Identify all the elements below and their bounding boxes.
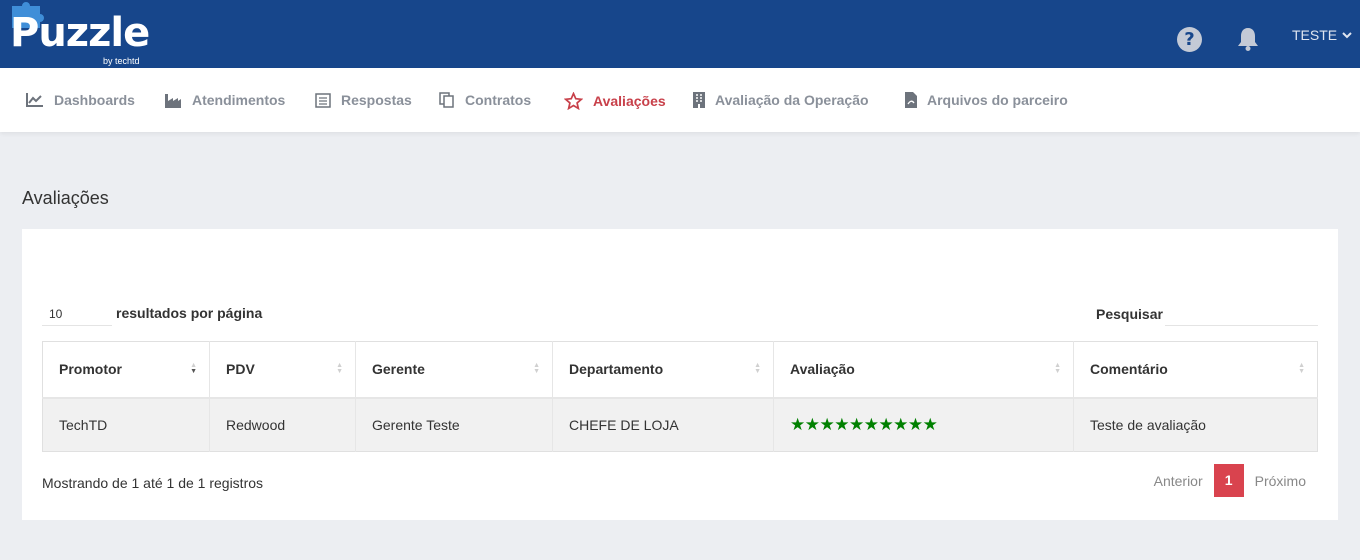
ratings-card: resultados por página Pesquisar Promotor… [22,229,1338,520]
nav-item-dashboards[interactable]: Dashboards [26,92,135,108]
star-icon [564,92,583,110]
pagination: Anterior 1 Próximo [1154,464,1306,497]
table-row[interactable]: TechTD Redwood Gerente Teste CHEFE DE LO… [42,397,1318,452]
cell-pdv: Redwood [209,397,356,452]
logo[interactable]: Puzzle by techtd [6,2,156,66]
column-header-gerente[interactable]: Gerente ▲ ▼ [355,341,553,399]
nav-item-label: Contratos [465,92,532,108]
table-info: Mostrando de 1 até 1 de 1 registros [42,475,264,491]
search-label: Pesquisar [1096,306,1163,322]
ratings-table: Promotor ▲ ▼ PDV ▲ ▼ Gerente ▲ ▼ Departamen… [42,341,1318,452]
sort-desc-icon: ▲ ▼ [190,362,197,375]
file-pdf-icon [905,92,917,108]
nav-item-arquivos-parceiro[interactable]: Arquivos do parceiro [905,92,1068,108]
list-alt-icon [315,92,331,108]
bell-icon[interactable] [1236,26,1260,52]
logo-subtitle: by techtd [103,56,140,66]
nav-item-label: Arquivos do parceiro [927,92,1068,108]
column-header-promotor[interactable]: Promotor ▲ ▼ [42,341,210,399]
rating-stars: ★★★★★★★★★★ [790,414,938,435]
user-name: TESTE [1292,27,1338,43]
nav-item-label: Atendimentos [192,92,286,108]
next-page-button[interactable]: Próximo [1255,473,1306,489]
column-header-departamento[interactable]: Departamento ▲ ▼ [552,341,774,399]
nav-item-label: Respostas [341,92,412,108]
column-header-label: PDV [226,361,255,378]
nav-item-contratos[interactable]: Contratos [439,92,531,108]
search-input[interactable] [1165,300,1318,326]
chevron-down-icon [1342,31,1352,38]
sort-icon: ▲ ▼ [754,362,761,375]
cell-promotor: TechTD [42,397,210,452]
page-length-label: resultados por página [116,305,263,321]
cell-departamento: CHEFE DE LOJA [552,397,774,452]
user-menu[interactable]: TESTE [1292,27,1352,43]
main-nav: Dashboards Atendimentos Respostas Contra… [0,68,1360,132]
column-header-avaliacao[interactable]: Avaliação ▲ ▼ [773,341,1074,399]
copy-icon [439,92,454,108]
column-header-label: Promotor [59,361,122,378]
column-header-pdv[interactable]: PDV ▲ ▼ [209,341,356,399]
sort-icon: ▲ ▼ [1298,362,1305,375]
nav-item-label: Avaliações [593,93,666,109]
column-header-label: Gerente [372,361,425,378]
cell-gerente: Gerente Teste [355,397,553,452]
building-icon [693,92,705,108]
sort-icon: ▲ ▼ [1054,362,1061,375]
column-header-label: Departamento [569,361,664,378]
nav-item-avaliacoes[interactable]: Avaliações [564,92,666,110]
sort-icon: ▲ ▼ [533,362,540,375]
nav-item-label: Avaliação da Operação [715,92,869,108]
page-length-input[interactable] [42,302,112,326]
column-header-comentario[interactable]: Comentário ▲ ▼ [1073,341,1318,399]
previous-page-button[interactable]: Anterior [1154,473,1203,489]
logo-text: Puzzle [10,10,150,56]
top-bar: Puzzle by techtd ? TESTE [0,0,1360,68]
cell-avaliacao: ★★★★★★★★★★ [773,397,1074,452]
nav-item-respostas[interactable]: Respostas [315,92,412,108]
industry-icon [165,93,181,108]
sort-icon: ▲ ▼ [336,362,343,375]
page-title: Avaliações [22,188,109,208]
column-header-label: Comentário [1090,361,1168,378]
nav-item-atendimentos[interactable]: Atendimentos [164,92,285,108]
table-header-row: Promotor ▲ ▼ PDV ▲ ▼ Gerente ▲ ▼ Departamen… [42,341,1318,399]
help-icon[interactable]: ? [1177,27,1202,52]
page-button-1[interactable]: 1 [1213,464,1244,497]
nav-item-avaliacao-operacao[interactable]: Avaliação da Operação [693,92,869,108]
line-chart-icon [26,93,43,107]
column-header-label: Avaliação [790,361,855,378]
cell-comentario: Teste de avaliação [1073,397,1318,452]
nav-item-label: Dashboards [54,92,135,108]
